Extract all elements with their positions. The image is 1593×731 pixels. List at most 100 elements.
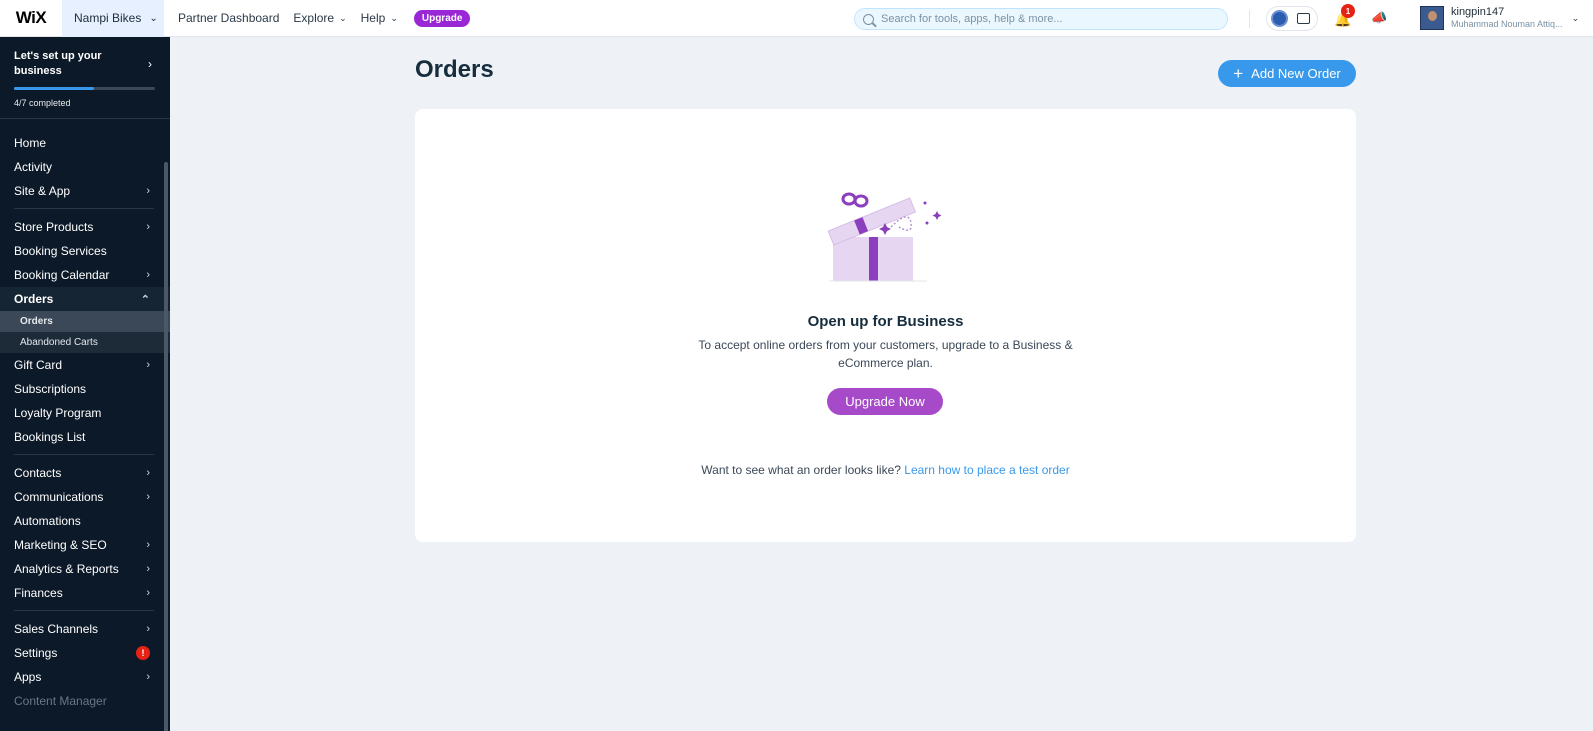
divider [14,454,154,455]
sidebar-item-loyalty-program[interactable]: Loyalty Program [0,401,170,425]
sidebar-item-apps[interactable]: Apps › [0,665,170,689]
sidebar-item-finances[interactable]: Finances › [0,581,170,605]
sidebar-item-label: Analytics & Reports [14,562,119,576]
setup-progress-card[interactable]: Let's set up your business › 4/7 complet… [0,37,170,119]
chevron-down-icon: ⌄ [149,12,158,24]
sidebar-item-label: Booking Calendar [14,268,110,282]
sidebar-item-site-app[interactable]: Site & App › [0,179,170,203]
sidebar-item-label: Loyalty Program [14,406,102,420]
sidebar-item-label: Communications [14,490,104,504]
chevron-right-icon: › [146,269,150,281]
sidebar-item-label: Marketing & SEO [14,538,107,552]
site-name: Nampi Bikes [74,11,142,25]
help-label: Help [360,11,386,25]
add-new-order-label: Add New Order [1251,66,1341,81]
user-full-name: Muhammad Nouman Attiq... [1451,19,1563,29]
chevron-down-icon: ⌄ [1571,12,1580,23]
sidebar: Let's set up your business › 4/7 complet… [0,37,170,731]
sidebar-item-label: Site & App [14,184,71,198]
chevron-right-icon: › [146,359,150,371]
upgrade-now-button[interactable]: Upgrade Now [827,388,943,415]
chat-icon [1297,13,1310,24]
sidebar-item-label: Bookings List [14,430,86,444]
empty-state-title: Open up for Business [807,313,964,330]
sidebar-item-home[interactable]: Home [0,131,170,155]
user-menu[interactable]: kingpin147 Muhammad Nouman Attiq... ⌄ [1420,6,1579,30]
sidebar-item-subscriptions[interactable]: Subscriptions [0,377,170,401]
sidebar-item-label: Automations [14,514,81,528]
user-info: kingpin147 Muhammad Nouman Attiq... [1451,6,1563,30]
explore-menu[interactable]: Explore ⌄ [293,11,346,25]
sidebar-item-label: Home [14,136,47,150]
sidebar-item-analytics-reports[interactable]: Analytics & Reports › [0,557,170,581]
upgrade-badge-button[interactable]: Upgrade [413,9,471,27]
sidebar-item-settings[interactable]: Settings! [0,641,170,665]
sidebar-subitem-abandoned-carts[interactable]: Abandoned Carts [0,332,170,353]
megaphone-icon[interactable]: 📣 [1371,10,1387,26]
sidebar-item-label: Settings [14,646,58,660]
chevron-right-icon: › [146,623,150,635]
add-new-order-button[interactable]: + Add New Order [1218,60,1356,87]
avatar [1271,10,1288,27]
chevron-down-icon: ⌄ [339,12,347,23]
setup-progress-fill [14,87,95,90]
sidebar-item-label: Finances [14,586,63,600]
page-title: Orders [415,56,494,83]
partner-dashboard-link[interactable]: Partner Dashboard [178,11,279,25]
divider [1249,10,1250,28]
empty-state-description: To accept online orders from your custom… [698,338,1073,370]
test-order-prompt: Want to see what an order looks like? [701,463,901,477]
sidebar-item-label: Store Products [14,220,94,234]
sidebar-scrollbar[interactable] [164,162,168,731]
test-order-line: Want to see what an order looks like? Le… [415,463,1356,477]
settings-alert-icon: ! [136,646,150,660]
sidebar-item-automations[interactable]: Automations [0,509,170,533]
sidebar-subitem-orders[interactable]: Orders [0,311,170,332]
sidebar-item-label: Gift Card [14,358,63,372]
site-switcher[interactable]: Nampi Bikes ⌄ [62,0,164,37]
sidebar-item-booking-calendar[interactable]: Booking Calendar › [0,263,170,287]
setup-title: Let's set up your business [14,50,102,77]
chevron-right-icon: › [148,57,152,71]
sidebar-item-label: Orders [14,292,54,306]
wix-logo[interactable]: WiX [0,0,62,37]
sidebar-item-content-manager[interactable]: Content Manager [0,689,170,713]
chevron-right-icon: › [146,491,150,503]
sidebar-item-activity[interactable]: Activity [0,155,170,179]
chevron-right-icon: › [146,563,150,575]
gift-box-illustration [827,192,942,282]
sidebar-item-orders[interactable]: Orders ⌃ [0,287,170,311]
chevron-up-icon: ⌃ [140,293,150,306]
chevron-right-icon: › [146,467,150,479]
test-order-link[interactable]: Learn how to place a test order [904,463,1069,477]
sidebar-item-store-products[interactable]: Store Products › [0,215,170,239]
sidebar-item-label: Contacts [14,466,62,480]
sidebar-item-gift-card[interactable]: Gift Card › [0,353,170,377]
sidebar-item-label: Subscriptions [14,382,87,396]
sidebar-item-label: Content Manager [14,694,107,708]
search-input[interactable]: Search for tools, apps, help & more... [854,8,1228,30]
sidebar-item-bookings-list[interactable]: Bookings List [0,425,170,449]
search-icon [863,13,874,25]
username: kingpin147 [1451,6,1505,18]
sidebar-item-label: Abandoned Carts [20,337,98,348]
sidebar-item-label: Orders [20,316,53,327]
chevron-right-icon: › [146,539,150,551]
sidebar-item-marketing-seo[interactable]: Marketing & SEO › [0,533,170,557]
chevron-down-icon: ⌄ [390,12,398,23]
chat-button[interactable] [1266,6,1318,31]
sidebar-item-label: Booking Services [14,244,107,258]
sidebar-item-booking-services[interactable]: Booking Services [0,239,170,263]
chevron-right-icon: › [146,587,150,599]
sidebar-item-label: Sales Channels [14,622,99,636]
sidebar-item-sales-channels[interactable]: Sales Channels › [0,617,170,641]
top-bar: WiX Nampi Bikes ⌄ Partner Dashboard Expl… [0,0,1593,37]
plus-icon: + [1233,64,1244,83]
explore-label: Explore [293,11,335,25]
sidebar-item-contacts[interactable]: Contacts › [0,461,170,485]
help-menu[interactable]: Help ⌄ [361,11,398,25]
sidebar-item-communications[interactable]: Communications › [0,485,170,509]
sidebar-item-label: Activity [14,160,53,174]
chevron-right-icon: › [146,671,150,683]
avatar [1420,6,1444,30]
